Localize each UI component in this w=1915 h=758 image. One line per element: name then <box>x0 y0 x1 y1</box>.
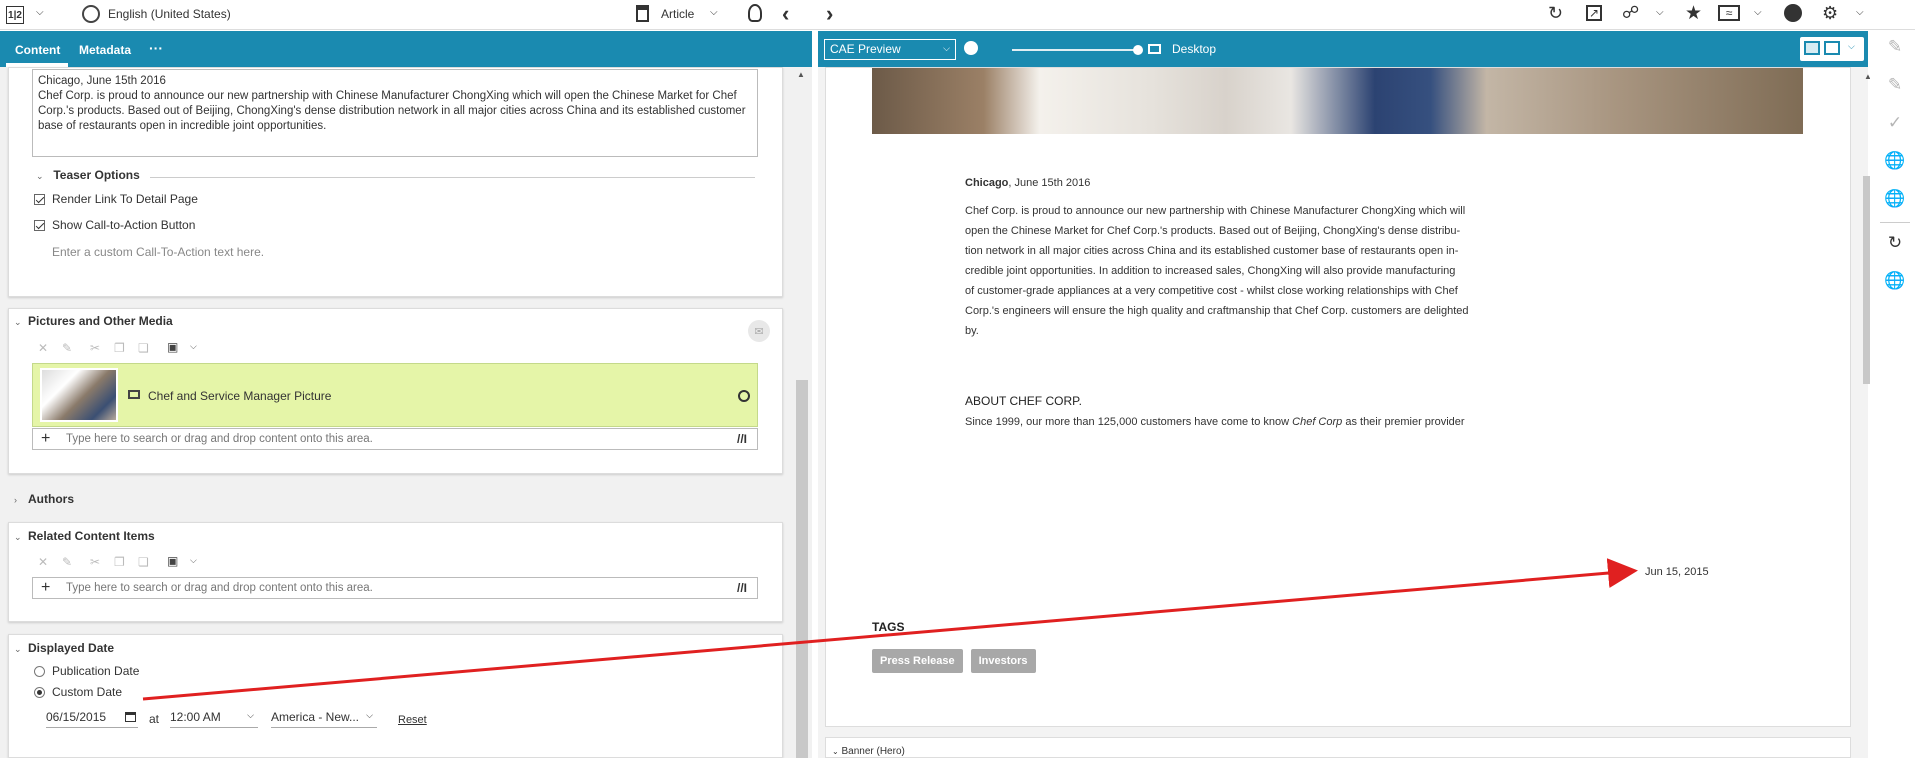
annotation-arrow <box>142 558 1638 701</box>
